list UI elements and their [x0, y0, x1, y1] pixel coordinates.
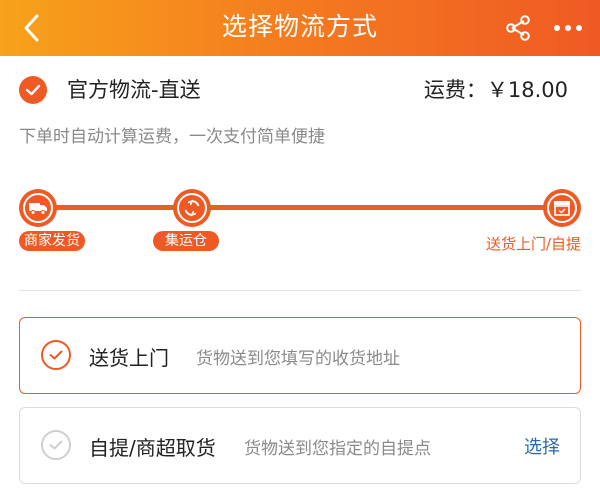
checkmark-icon	[49, 440, 63, 450]
box-icon	[554, 201, 570, 216]
option-title: 送货上门	[89, 346, 169, 370]
flow-stage-label: 集运仓	[153, 231, 219, 251]
divider	[19, 290, 581, 291]
share-button[interactable]	[500, 10, 536, 46]
checkmark-icon	[25, 84, 41, 96]
fee-value: ￥18.00	[486, 78, 568, 102]
official-shipping-name: 官方物流-直送	[67, 78, 201, 102]
flow-stage-delivery	[543, 189, 581, 227]
option-title: 自提/商超取货	[89, 436, 216, 460]
checkmark-icon	[49, 350, 63, 360]
delivery-option-home[interactable]: 送货上门 货物送到您填写的收货地址	[19, 317, 581, 394]
header-bar: 选择物流方式	[0, 0, 600, 56]
flow-stage-label: 商家发货	[19, 231, 85, 251]
official-shipping-checkbox[interactable]	[19, 76, 47, 104]
radio-selected[interactable]	[41, 340, 71, 370]
flow-track	[38, 205, 562, 210]
option-description: 货物送到您填写的收货地址	[196, 349, 400, 369]
more-button[interactable]	[548, 10, 588, 46]
refresh-icon	[184, 199, 200, 217]
more-dots-icon	[554, 25, 582, 31]
official-shipping-description: 下单时自动计算运费，一次支付简单便捷	[19, 127, 325, 147]
share-icon	[506, 15, 530, 41]
shipping-fee: 运费：￥18.00	[424, 74, 568, 104]
select-pickup-button[interactable]: 选择	[524, 433, 560, 459]
flow-stage-label: 送货上门/自提	[485, 235, 581, 253]
option-description: 货物送到您指定的自提点	[244, 439, 431, 459]
flow-stage-warehouse	[173, 189, 211, 227]
fee-label: 运费：	[423, 78, 487, 102]
flow-stage-merchant	[19, 189, 57, 227]
radio-unselected[interactable]	[41, 430, 71, 460]
delivery-option-pickup[interactable]: 自提/商超取货 货物送到您指定的自提点 选择	[19, 407, 581, 484]
truck-icon	[29, 203, 47, 215]
